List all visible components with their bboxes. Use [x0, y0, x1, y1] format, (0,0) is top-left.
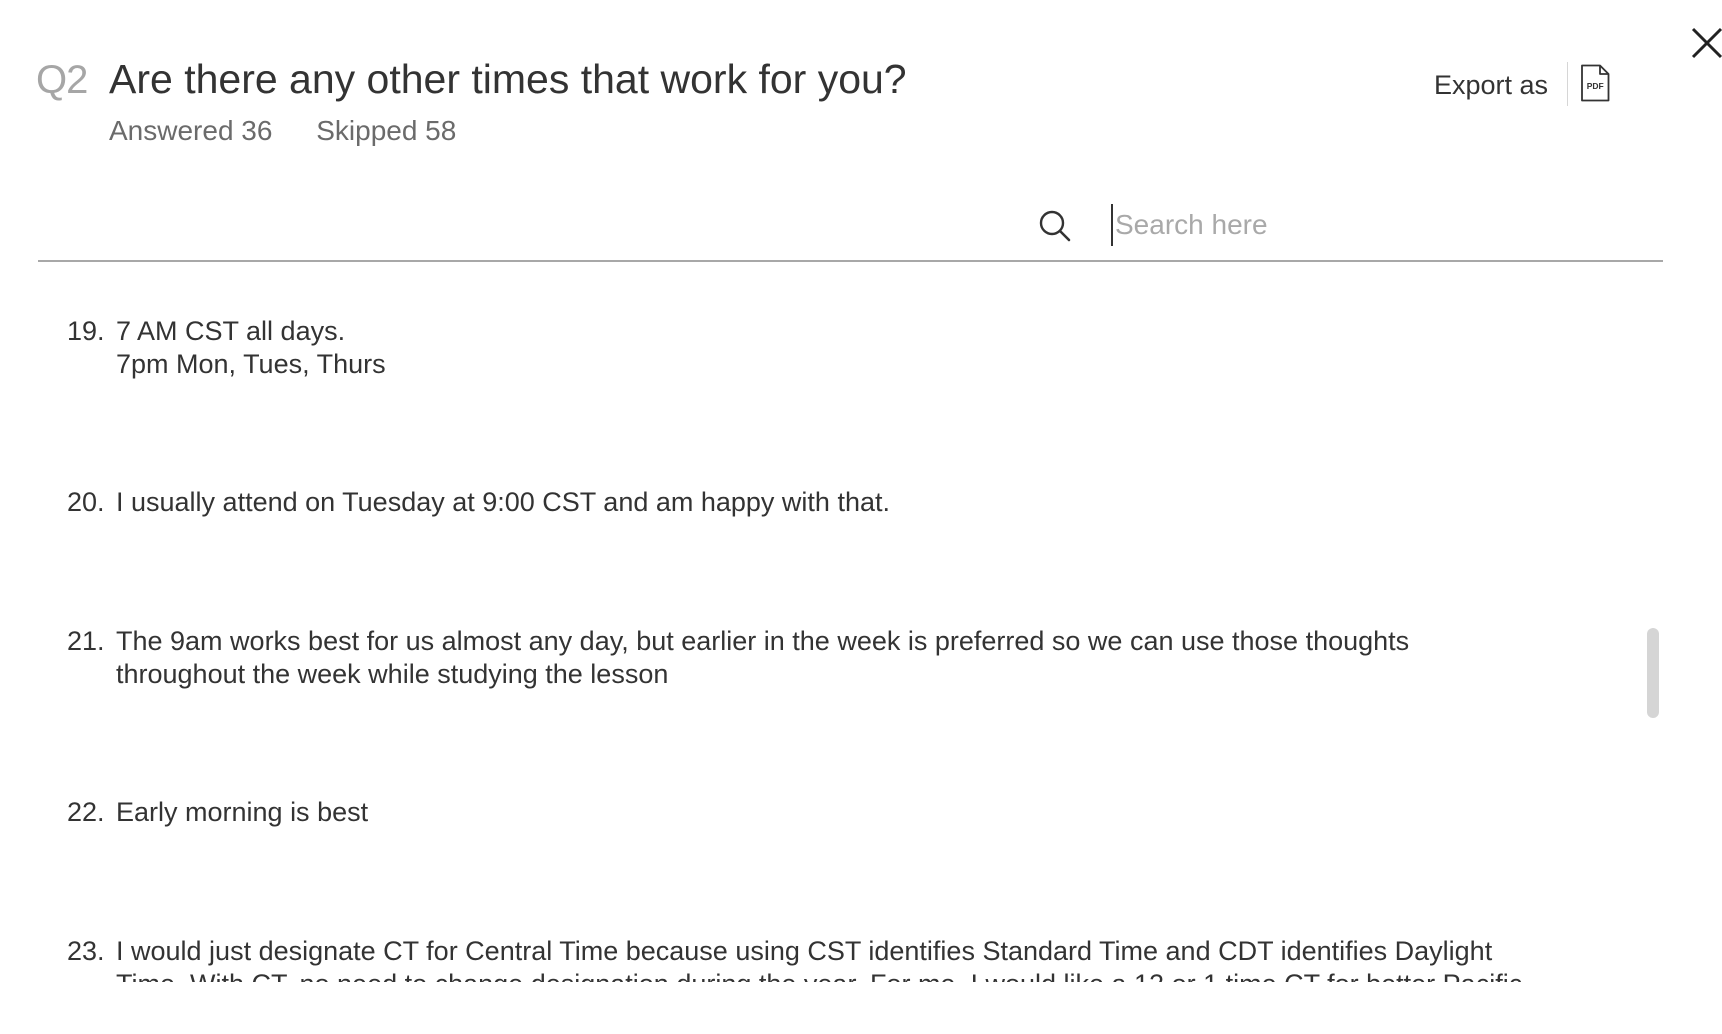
question-number: Q2	[36, 58, 88, 102]
export-divider	[1567, 62, 1568, 106]
scrollbar-thumb[interactable]	[1647, 628, 1659, 718]
response-text: 7 AM CST all days. 7pm Mon, Tues, Thurs	[116, 316, 386, 379]
export-pdf-button[interactable]: PDF	[1580, 64, 1610, 102]
close-icon	[1691, 27, 1722, 59]
response-number: 22.	[67, 797, 105, 827]
skipped-count: Skipped 58	[316, 115, 457, 146]
response-number: 19.	[67, 316, 105, 346]
search-input[interactable]	[1111, 204, 1635, 246]
answered-count: Answered 36	[109, 115, 273, 146]
responses-panel: 19. 7 AM CST all days. 7pm Mon, Tues, Thu…	[38, 262, 1663, 982]
pdf-file-icon: PDF	[1581, 64, 1610, 102]
response-stats: Answered 36 Skipped 58	[109, 114, 492, 148]
response-number: 20.	[67, 487, 105, 517]
export-as-label: Export as	[1434, 70, 1549, 100]
response-text: I usually attend on Tuesday at 9:00 CST …	[116, 487, 890, 517]
response-text: I would just designate CT for Central Ti…	[116, 936, 1522, 982]
close-button[interactable]	[1690, 26, 1722, 60]
response-text: Early morning is best	[116, 797, 369, 827]
response-text: The 9am works best for us almost any day…	[116, 626, 1410, 689]
question-title: Are there any other times that work for …	[109, 56, 907, 102]
pdf-icon-text: PDF	[1587, 81, 1604, 91]
search-bar	[38, 200, 1663, 262]
response-number: 23.	[67, 936, 105, 966]
response-number: 21.	[67, 626, 105, 656]
search-icon[interactable]	[1038, 209, 1072, 243]
